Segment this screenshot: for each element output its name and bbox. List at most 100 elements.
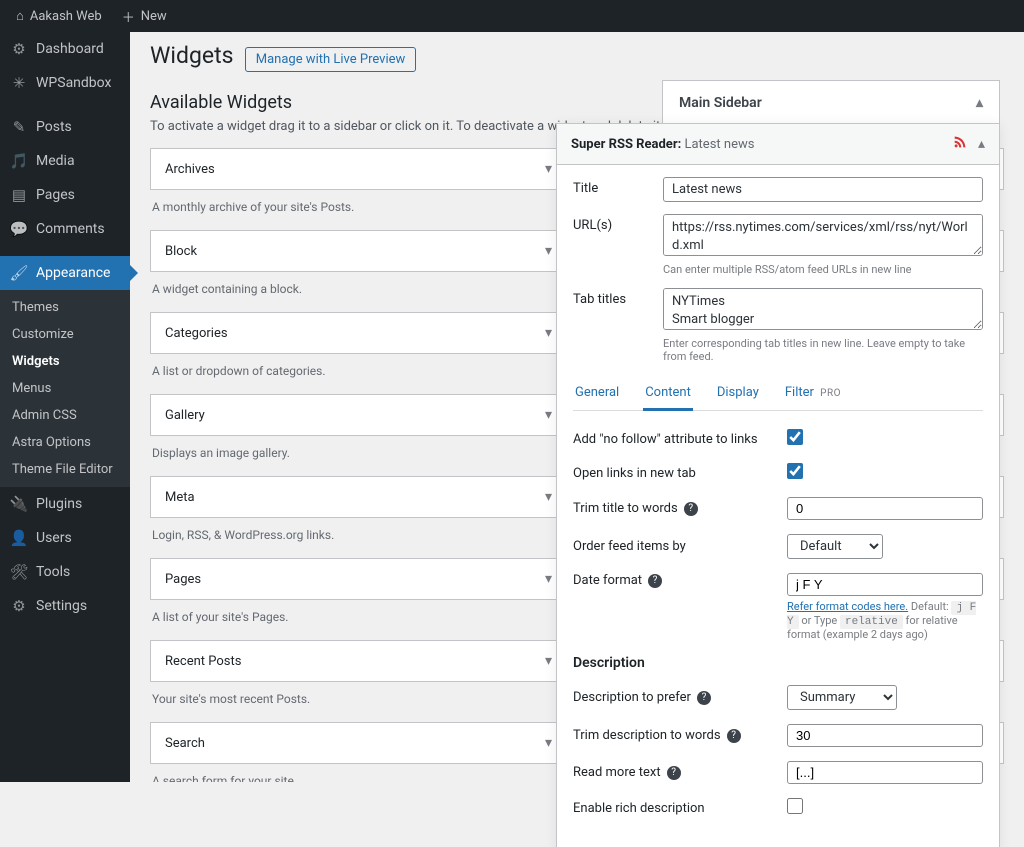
live-preview-button[interactable]: Manage with Live Preview [245,47,417,72]
plugins-icon: 🔌 [10,495,28,513]
sidebar-item-label: Tools [36,564,70,580]
available-widget[interactable]: Search▾ [150,722,567,764]
newtab-label: Open links in new tab [573,466,777,481]
widget-title: Categories [165,326,228,341]
sidebar-item-wpsandbox[interactable]: ✳ WPSandbox [0,66,130,100]
submenu-themes[interactable]: Themes [0,294,130,321]
title-label: Title [573,177,651,196]
submenu-widgets[interactable]: Widgets [0,348,130,375]
sidebar-item-users[interactable]: 👤Users [0,521,130,555]
sidebar-item-label: Pages [36,187,75,203]
nofollow-checkbox[interactable] [787,429,803,445]
enablerich-checkbox[interactable] [787,798,803,814]
widget-description: A search form for your site. [150,772,567,782]
posts-icon: ✎ [10,118,28,136]
widget-panel-header[interactable]: Super RSS Reader: Latest news ▴ [557,124,999,165]
trimdesc-input[interactable] [787,724,983,747]
sidebar-item-tools[interactable]: 🛠 Tools [0,555,130,589]
super-rss-widget-panel: Super RSS Reader: Latest news ▴ Title UR… [556,123,1000,847]
submenu-astra[interactable]: Astra Options [0,429,130,456]
tabtitles-textarea[interactable]: NYTimes Smart blogger [663,288,983,330]
submenu-theme-editor[interactable]: Theme File Editor [0,456,130,483]
urls-textarea[interactable]: https://rss.nytimes.com/services/xml/rss… [663,214,983,256]
widget-type-name: Super RSS Reader: [571,137,681,152]
media-icon: 🎵 [10,152,28,170]
sidebar-item-comments[interactable]: 💬Comments [0,212,130,246]
settings-icon: ⚙ [10,597,28,615]
dateformat-input[interactable] [787,573,983,596]
sidebar-item-media[interactable]: 🎵 Media [0,144,130,178]
sidebar-item-label: Dashboard [36,41,104,57]
tab-filter[interactable]: Filter PRO [783,381,843,410]
title-input[interactable] [663,177,983,202]
widget-description: A widget containing a block. [150,280,567,304]
orderby-label: Order feed items by [573,539,777,554]
home-icon: ⌂ [16,8,24,24]
sidebar-item-plugins[interactable]: 🔌Plugins [0,487,130,521]
urls-label: URL(s) [573,214,651,233]
widget-description: Your site's most recent Posts. [150,690,567,714]
trimdesc-label: Trim description to words [573,728,721,743]
page-title: Widgets [150,42,233,69]
dashboard-icon: ⚙ [10,40,28,58]
orderby-select[interactable]: Default [787,534,883,559]
dateformat-label: Date format [573,573,642,588]
available-widget[interactable]: Categories▾ [150,312,567,354]
sidebar-item-label: WPSandbox [36,75,111,91]
widget-instance-title: Latest news [684,137,754,152]
descprefer-label: Description to prefer [573,690,691,705]
help-icon[interactable]: ? [667,766,681,780]
main-sidebar-panel: Main Sidebar ▴ [662,80,1000,126]
site-link[interactable]: ⌂ Aakash Web [8,0,110,32]
submenu-admincss[interactable]: Admin CSS [0,402,130,429]
plus-icon: ＋ [122,7,135,26]
new-content-link[interactable]: ＋ New [114,0,175,32]
tab-general[interactable]: General [573,381,621,410]
descprefer-select[interactable]: Summary [787,685,897,710]
users-icon: 👤 [10,529,28,547]
sidebar-item-appearance[interactable]: 🖌Appearance [0,256,130,290]
available-widget[interactable]: Recent Posts▾ [150,640,567,682]
help-icon[interactable]: ? [727,729,741,743]
tab-display[interactable]: Display [715,381,761,410]
widget-description: Displays an image gallery. [150,444,567,468]
sidebar-item-posts[interactable]: ✎Posts [0,110,130,144]
available-widget[interactable]: Pages▾ [150,558,567,600]
trim-title-input[interactable] [787,497,983,520]
sidebar-item-pages[interactable]: ▤Pages [0,178,130,212]
tabtitles-hint: Enter corresponding tab titles in new li… [663,337,983,363]
format-codes-link[interactable]: Refer format codes here. [787,600,908,613]
widget-title: Archives [165,162,215,177]
available-widget[interactable]: Meta▾ [150,476,567,518]
widget-description: A list or dropdown of categories. [150,362,567,386]
chevron-down-icon: ▾ [545,243,552,259]
tools-icon: 🛠 [10,563,28,581]
sidebar-item-settings[interactable]: ⚙Settings [0,589,130,623]
main-sidebar-toggle[interactable]: Main Sidebar ▴ [662,80,1000,126]
rss-icon [952,134,968,154]
available-widget[interactable]: Gallery▾ [150,394,567,436]
appearance-submenu: Themes Customize Widgets Menus Admin CSS… [0,290,130,487]
description-heading: Description [573,655,983,671]
hint-text: or Type [799,614,840,627]
new-label: New [141,9,167,24]
help-icon[interactable]: ? [648,574,662,588]
available-widget[interactable]: Archives ▾ [150,148,567,190]
available-widget[interactable]: Block▾ [150,230,567,272]
trim-title-label: Trim title to words [573,501,678,516]
widget-title: Meta [165,490,195,505]
sidebar-item-dashboard[interactable]: ⚙ Dashboard [0,32,130,66]
sidebar-item-label: Media [36,153,75,169]
sandbox-icon: ✳ [10,74,28,92]
tab-content[interactable]: Content [643,381,693,411]
widget-description: A monthly archive of your site's Posts. [150,198,567,222]
chevron-down-icon: ▾ [545,161,552,177]
readmore-input[interactable] [787,761,983,784]
submenu-customize[interactable]: Customize [0,321,130,348]
newtab-checkbox[interactable] [787,463,803,479]
widget-title: Pages [165,572,201,587]
help-icon[interactable]: ? [684,502,698,516]
rss-settings-tabs: General Content Display Filter PRO [573,375,983,411]
submenu-menus[interactable]: Menus [0,375,130,402]
help-icon[interactable]: ? [697,691,711,705]
